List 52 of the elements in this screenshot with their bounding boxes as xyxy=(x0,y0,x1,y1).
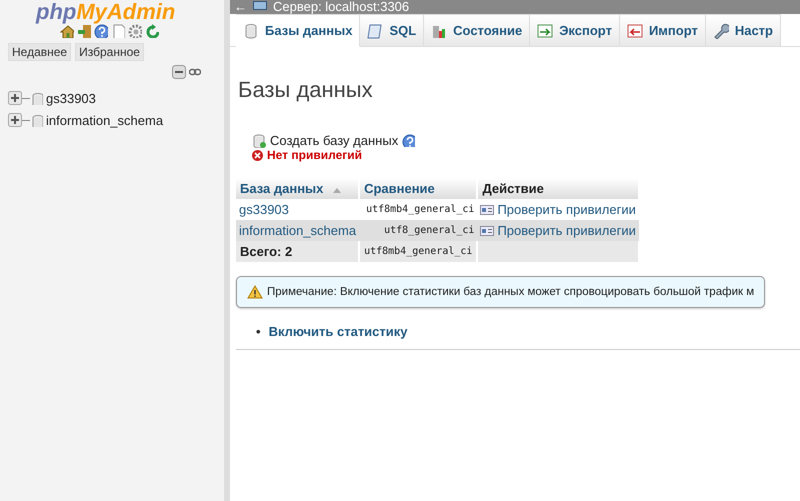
notice-text: Примечание: Включение статистики баз данных может спровоцировать большой трафик м xyxy=(267,286,754,298)
server-link[interactable]: Сервер: localhost:3306 xyxy=(273,2,410,12)
page-heading: Базы данных xyxy=(238,77,374,103)
check-privileges-link[interactable]: Проверить привилегии xyxy=(497,202,636,217)
table-cell: utf8_general_ci xyxy=(359,220,478,241)
new-database-icon xyxy=(252,134,266,148)
import-icon xyxy=(626,22,643,38)
tab[interactable]: Базы данных xyxy=(236,14,360,47)
table-cell: utf8mb4_general_ci xyxy=(359,241,478,262)
monitor-icon xyxy=(253,1,267,13)
privileges-icon xyxy=(480,226,494,236)
section-title: Создать базу данных xyxy=(270,133,398,148)
tab[interactable]: Настр xyxy=(706,14,781,46)
link-icon[interactable] xyxy=(189,68,201,76)
warning-icon xyxy=(247,285,263,299)
table-cell: utf8mb4_general_ci xyxy=(359,199,478,220)
tab[interactable]: Экспорт xyxy=(530,14,620,46)
wrench-icon xyxy=(712,22,729,38)
database-icon xyxy=(243,22,259,38)
sidebar-tab[interactable]: Недавнее xyxy=(8,43,72,61)
sidebar-tab[interactable]: Избранное xyxy=(75,43,144,61)
settings-icon[interactable] xyxy=(128,24,142,38)
sort-ascending-icon xyxy=(333,187,342,193)
reload-icon[interactable] xyxy=(145,24,159,38)
door-icon[interactable] xyxy=(77,24,91,38)
logo: phpMyAdmin xyxy=(36,0,176,24)
collapse-all-icon[interactable] xyxy=(172,65,186,79)
export-icon xyxy=(537,22,554,38)
tab[interactable]: Импорт xyxy=(620,14,706,46)
help-icon[interactable] xyxy=(402,134,416,147)
expand-icon[interactable] xyxy=(8,113,22,127)
privileges-icon xyxy=(480,204,494,214)
home-icon[interactable] xyxy=(60,24,74,38)
error-message: Нет привилегий xyxy=(267,148,362,162)
enable-statistics-link[interactable]: Включить статистику xyxy=(268,324,408,339)
back-button[interactable]: ← xyxy=(234,2,247,12)
help-icon[interactable] xyxy=(94,24,108,38)
database-link[interactable]: gs33903 xyxy=(236,199,360,220)
column-header: Действие xyxy=(477,178,639,199)
bullet: • xyxy=(256,324,261,339)
database-icon xyxy=(30,92,43,104)
database-link[interactable]: information_schema xyxy=(46,112,164,128)
tab[interactable]: Состояние xyxy=(424,14,530,46)
database-icon xyxy=(30,114,43,126)
tab[interactable]: SQL xyxy=(360,14,424,46)
database-link[interactable]: gs33903 xyxy=(46,90,96,106)
column-header[interactable]: База данных xyxy=(236,178,360,199)
database-link[interactable]: information_schema xyxy=(236,220,360,241)
table-cell: Всего: 2 xyxy=(236,241,360,262)
error-icon xyxy=(252,150,263,160)
column-header[interactable]: Сравнение xyxy=(359,178,478,199)
expand-icon[interactable] xyxy=(8,91,22,105)
